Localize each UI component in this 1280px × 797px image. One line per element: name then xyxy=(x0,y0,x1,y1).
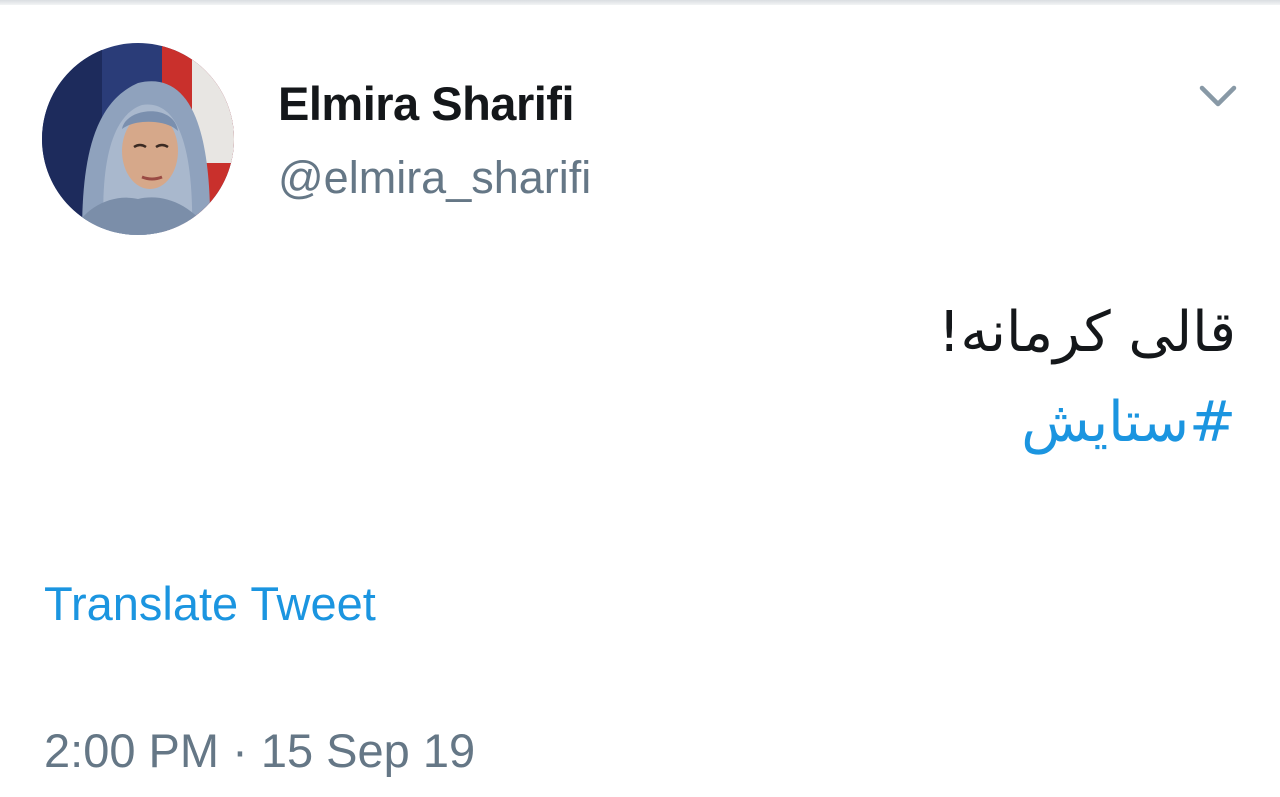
tweet-text: قالی کرمانه! #ستایش xyxy=(938,288,1236,468)
chevron-down-icon[interactable] xyxy=(1196,80,1240,112)
display-name[interactable]: Elmira Sharifi xyxy=(278,76,575,131)
user-handle[interactable]: @elmira_sharifi xyxy=(278,152,591,204)
tweet-date: 15 Sep 19 xyxy=(260,724,476,777)
top-divider xyxy=(0,0,1280,5)
hashtag-link[interactable]: #ستایش xyxy=(938,378,1236,468)
tweet-card: Elmira Sharifi @elmira_sharifi قالی کرما… xyxy=(0,0,1280,797)
translate-tweet-link[interactable]: Translate Tweet xyxy=(44,576,376,631)
avatar[interactable] xyxy=(42,43,234,235)
tweet-time: 2:00 PM xyxy=(44,724,220,777)
timestamp-separator: · xyxy=(232,724,248,777)
tweet-body: قالی کرمانه! xyxy=(937,300,1236,365)
timestamp[interactable]: 2:00 PM · 15 Sep 19 xyxy=(44,723,475,778)
avatar-image xyxy=(42,43,234,235)
